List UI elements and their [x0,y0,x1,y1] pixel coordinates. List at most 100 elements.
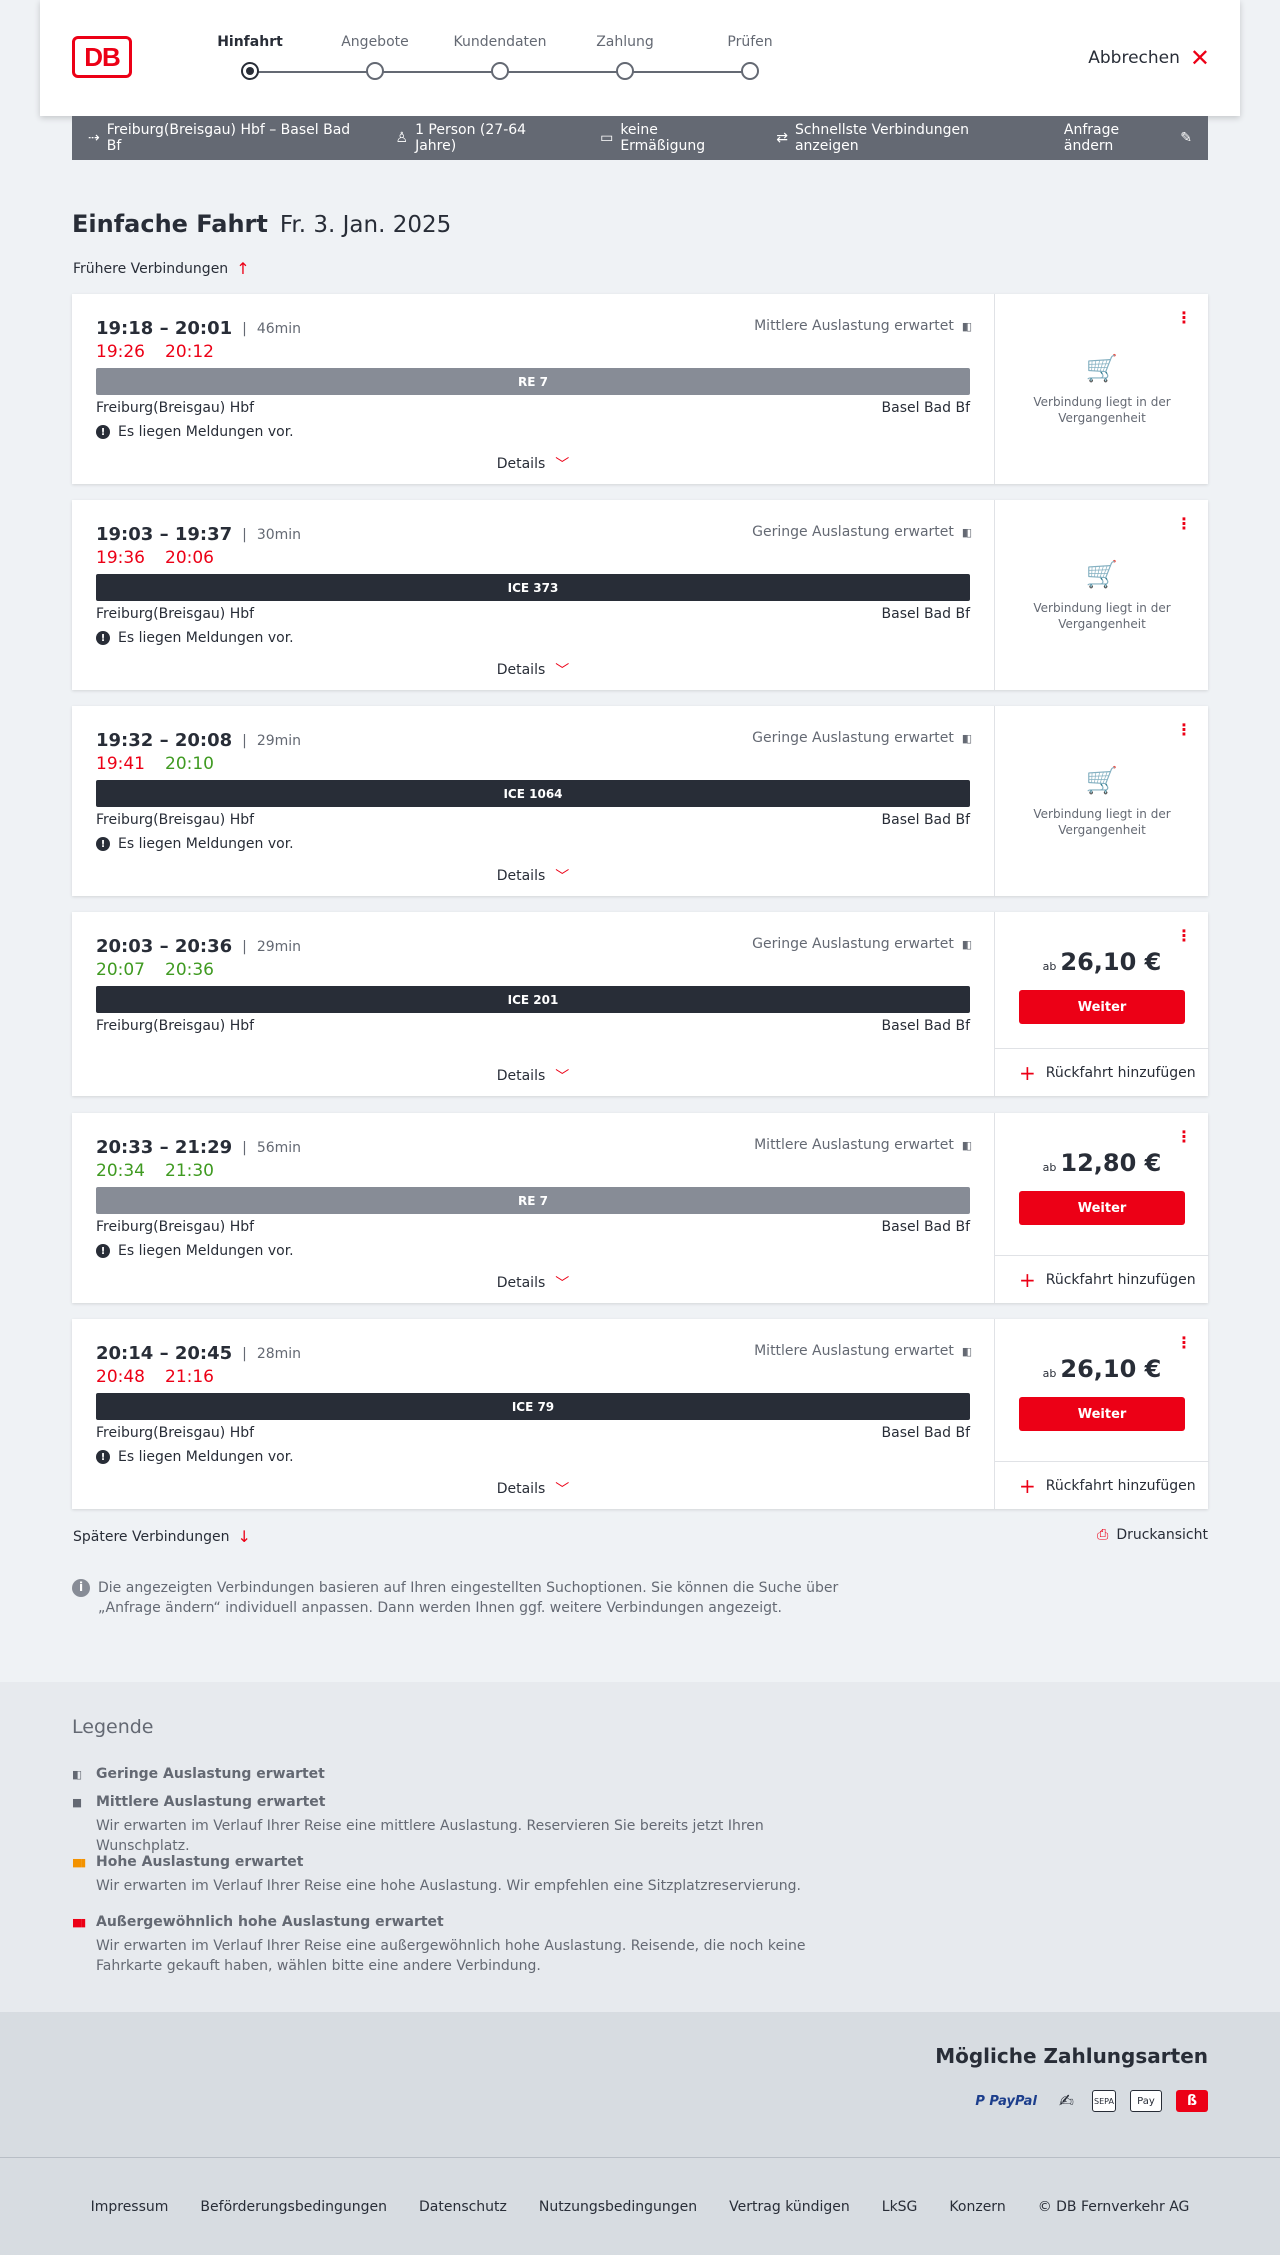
later-connections-label: Spätere Verbindungen [73,1528,230,1545]
more-options-icon[interactable]: ⋮ [1176,720,1192,739]
realtime-arrival: 20:10 [165,754,214,774]
service-message[interactable]: ! Es liegen Meldungen vor. [96,424,294,440]
add-return-button[interactable]: + Rückfahrt hinzufügen [995,1461,1209,1509]
past-connection-text: Verbindung liegt in der Vergangenheit [1033,601,1171,632]
footer-link[interactable]: Nutzungsbedingungen [539,2199,697,2215]
continue-button[interactable]: Weiter [1019,990,1185,1024]
train-bar[interactable]: ICE 1064 [96,780,970,807]
step-kundendaten[interactable]: Kundendaten [440,34,560,80]
scheduled-times: 20:33 – 21:29 [96,1137,233,1158]
realtime-departure: 19:36 [96,548,145,568]
step-zahlung[interactable]: Zahlung [565,34,685,80]
scheduled-times: 19:32 – 20:08 [96,730,233,751]
legend-item-label: Geringe Auslastung erwartet [96,1766,325,1782]
realtime-departure: 19:41 [96,754,145,774]
route-summary: ⇢ Freiburg(Breisgau) Hbf – Basel Bad Bf [88,122,364,154]
realtime-times: 20:48 21:16 [96,1367,234,1387]
offer-panel: ⋮ ab 26,10 € Weiter + Rückfahrt hinzufügen [994,1319,1209,1509]
train-bar[interactable]: RE 7 [96,368,970,395]
connection-card[interactable]: 20:14 – 20:45 | 28min 20:48 21:16 Mittlere Au… [72,1319,1209,1509]
continue-button[interactable]: Weiter [1019,1191,1185,1225]
more-options-icon[interactable]: ⋮ [1176,1333,1192,1352]
service-message-text: Es liegen Meldungen vor. [118,836,294,852]
scheduled-times: 20:03 – 20:36 [96,936,233,957]
stations: Freiburg(Breisgau) Hbf Basel Bad Bf [96,606,970,622]
service-message[interactable]: ! Es liegen Meldungen vor. [96,630,294,646]
step-hinfahrt[interactable]: Hinfahrt [190,34,310,80]
later-connections-link[interactable]: Spätere Verbindungen ↓ [73,1527,251,1546]
connection-details: 20:14 – 20:45 | 28min 20:48 21:16 Mittlere Au… [72,1319,994,1509]
more-options-icon[interactable]: ⋮ [1176,514,1192,533]
occupancy-text: Geringe Auslastung erwartet [752,730,954,746]
more-options-icon[interactable]: ⋮ [1176,926,1192,945]
realtime-times: 19:26 20:12 [96,342,234,362]
step-dot-icon [366,62,384,80]
footer-link[interactable]: Vertrag kündigen [729,2199,850,2215]
step-angebote[interactable]: Angebote [315,34,435,80]
footer-link[interactable]: Impressum [91,2199,169,2215]
service-message-text: Es liegen Meldungen vor. [118,630,294,646]
occupancy-indicator: Mittlere Auslastung erwartet ▮▯ [754,1343,972,1359]
service-message[interactable]: ! Es liegen Meldungen vor. [96,1449,294,1465]
step-dot-icon [616,62,634,80]
hand-payment-icon: ✍ [1058,2090,1074,2112]
legend-title: Legende [72,1716,154,1738]
connection-card[interactable]: 19:32 – 20:08 | 29min 19:41 20:10 Geringe Aus… [72,706,1208,896]
train-bar[interactable]: ICE 201 [96,986,970,1013]
footer-link[interactable]: Beförderungsbedingungen [200,2199,387,2215]
legend-item-title: ▮▮▮ Außergewöhnlich hohe Auslastung erwar… [72,1914,872,1930]
add-return-button[interactable]: + Rückfahrt hinzufügen [995,1048,1209,1096]
train-bar[interactable]: ICE 373 [96,574,970,601]
step-label: Kundendaten [453,34,547,50]
service-message[interactable]: ! Es liegen Meldungen vor. [96,836,294,852]
details-toggle[interactable]: Details ﹀ [72,866,994,886]
continue-button[interactable]: Weiter [1019,1397,1185,1431]
occupancy-indicator: Geringe Auslastung erwartet ▮▯ [752,730,972,746]
details-toggle[interactable]: Details ﹀ [72,1273,994,1293]
details-toggle[interactable]: Details ﹀ [72,1066,994,1086]
sepa-payment-icon: SEPA [1092,2090,1116,2112]
footer-link[interactable]: Konzern [949,2199,1005,2215]
train-bar[interactable]: ICE 79 [96,1393,970,1420]
connection-card[interactable]: 19:03 – 19:37 | 30min 19:36 20:06 Geringe Aus… [72,500,1208,690]
add-return-label: Rückfahrt hinzufügen [1045,1477,1196,1494]
db-logo[interactable]: DB [72,36,132,78]
origin-station: Freiburg(Breisgau) Hbf [96,606,255,622]
earlier-connections-label: Frühere Verbindungen [73,260,229,277]
footer-link[interactable]: Datenschutz [419,2199,507,2215]
filter-icon: ⇄ [776,130,788,146]
details-label: Details [496,1068,546,1084]
connection-times: 19:18 – 20:01 | 46min [96,318,301,339]
plus-icon: + [1019,1473,1036,1498]
separator: | [242,1139,247,1156]
footer-link[interactable]: LkSG [882,2199,918,2215]
close-icon: ✕ [1189,44,1210,72]
scheduled-times: 19:18 – 20:01 [96,318,233,339]
connection-card[interactable]: 20:33 – 21:29 | 56min 20:34 21:30 Mittlere Au… [72,1113,1209,1303]
stations: Freiburg(Breisgau) Hbf Basel Bad Bf [96,400,970,416]
connection-card[interactable]: 19:18 – 20:01 | 46min 19:26 20:12 Mittlere Au… [72,294,1208,484]
print-view-link[interactable]: ⎙ Druckansicht [1097,1527,1208,1543]
train-bar[interactable]: RE 7 [96,1187,970,1214]
details-toggle[interactable]: Details ﹀ [72,1479,994,1499]
add-return-button[interactable]: + Rückfahrt hinzufügen [995,1255,1209,1303]
step-prüfen[interactable]: Prüfen [690,34,810,80]
cart-unavailable-icon: 🛒 [1085,766,1119,796]
cancel-button[interactable]: Abbrechen ✕ [1088,46,1210,70]
earlier-connections-link[interactable]: Frühere Verbindungen ↑ [73,259,250,278]
fastest-toggle[interactable]: ⇄ Schnellste Verbindungen anzeigen [776,122,1032,154]
discount-text: keine Ermäßigung [620,122,706,154]
edit-request-button[interactable]: Anfrage ändern ✎ [1064,122,1192,154]
details-toggle[interactable]: Details ﹀ [72,660,994,680]
stations: Freiburg(Breisgau) Hbf Basel Bad Bf [96,1018,970,1034]
more-options-icon[interactable]: ⋮ [1176,308,1192,327]
details-label: Details [496,1275,546,1291]
details-toggle[interactable]: Details ﹀ [72,454,994,474]
checkout-header: DB Hinfahrt Angebote Kundendaten Zahlung Prü… [40,0,1240,116]
more-options-icon[interactable]: ⋮ [1176,1127,1192,1146]
discount-summary: ▭ keine Ermäßigung [600,122,744,154]
scheduled-times: 19:03 – 19:37 [96,524,233,545]
duration: 29min [256,938,302,955]
connection-card[interactable]: 20:03 – 20:36 | 29min 20:07 20:36 Geringe Aus… [72,912,1209,1096]
service-message[interactable]: ! Es liegen Meldungen vor. [96,1243,294,1259]
